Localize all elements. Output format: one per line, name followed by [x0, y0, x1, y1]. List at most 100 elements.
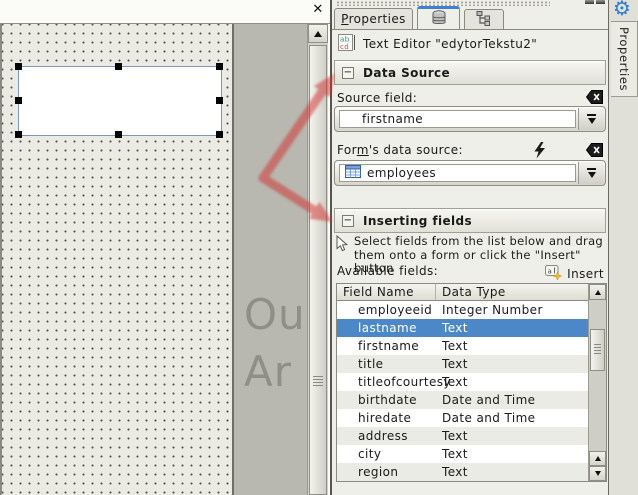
table-row[interactable]: city Text — [337, 445, 589, 463]
form-data-source-label: Form's data source: — [337, 143, 463, 157]
source-field-value[interactable]: firstname — [339, 110, 576, 128]
table-row[interactable]: hiredate Date and Time — [337, 409, 589, 427]
svg-text:cd: cd — [340, 43, 349, 51]
table-row[interactable]: birthdate Date and Time — [337, 391, 589, 409]
table-row[interactable]: employeeid Integer Number — [337, 301, 589, 319]
data-type-cell: Text — [436, 427, 589, 445]
section-title: Data Source — [363, 66, 450, 80]
resize-handle-se[interactable] — [216, 131, 223, 138]
field-name-cell: city — [337, 445, 436, 463]
form-designer-pane: ✕ Ou Ar — [0, 0, 330, 495]
scroll-grip — [594, 344, 601, 354]
selected-widget-header: ab cd Text Editor "edytorTekstu2" — [332, 31, 608, 57]
close-icon[interactable]: ✕ — [310, 2, 326, 18]
scroll-up-button-bottom[interactable] — [589, 451, 606, 466]
designer-titlebar: ✕ — [0, 0, 330, 24]
selected-text-editor-widget[interactable] — [18, 66, 222, 136]
scroll-thumb[interactable] — [309, 45, 327, 495]
data-type-cell: Text — [436, 319, 589, 337]
tab-data-source[interactable] — [417, 6, 460, 29]
text-editor-icon: ab cd — [338, 34, 356, 54]
chevron-down-icon — [588, 172, 596, 178]
data-type-cell: Text — [436, 373, 589, 391]
sidebar-tab-properties[interactable]: Properties — [611, 21, 638, 97]
database-icon — [431, 10, 447, 29]
available-fields-row: Available fields: a Insert — [337, 264, 604, 280]
app-screen: ✕ Ou Ar — [0, 0, 638, 495]
table-row[interactable]: address Text — [337, 427, 589, 445]
field-name-cell: lastname — [337, 319, 436, 337]
scroll-thumb[interactable] — [590, 329, 605, 371]
widget-tree-icon — [476, 11, 492, 29]
collapse-icon[interactable]: − — [342, 215, 354, 227]
data-type-cell: Date and Time — [436, 391, 589, 409]
inserting-fields-section-header[interactable]: − Inserting fields — [334, 208, 606, 233]
field-name-cell: employeeid — [337, 301, 436, 319]
table-row-selected[interactable]: lastname Text — [337, 319, 589, 337]
svg-text:a: a — [548, 268, 553, 276]
field-name-cell: region — [337, 463, 436, 481]
tab-properties-label: Properties — [341, 12, 406, 26]
properties-panel: Properties — [330, 0, 608, 495]
table-body: employeeid Integer Number lastname Text … — [337, 301, 589, 481]
data-type-cell: Text — [436, 355, 589, 373]
data-type-cell: Text — [436, 463, 589, 481]
field-name-cell: firstname — [337, 337, 436, 355]
insert-button[interactable]: a Insert — [545, 264, 604, 283]
data-type-cell: Integer Number — [436, 301, 589, 319]
available-fields-label: Available fields: — [337, 264, 438, 278]
source-field-combobox[interactable]: firstname — [334, 106, 606, 132]
scroll-up-button[interactable] — [308, 24, 328, 43]
background-text: Ou Ar — [244, 286, 306, 400]
dropdown-button[interactable] — [578, 162, 604, 184]
field-name-cell: title — [337, 355, 436, 373]
sidebar-tab-label: Properties — [617, 27, 631, 91]
resize-handle-e[interactable] — [216, 97, 223, 104]
resize-handle-ne[interactable] — [216, 63, 223, 70]
insert-button-label: Insert — [567, 267, 604, 281]
design-vertical-scrollbar[interactable] — [307, 24, 328, 495]
data-type-cell: Text — [436, 337, 589, 355]
gear-icon: ⚙ — [613, 0, 631, 20]
table-row[interactable]: title Text — [337, 355, 589, 373]
data-source-section-header[interactable]: − Data Source — [334, 60, 606, 85]
data-type-cell: Text — [436, 445, 589, 463]
field-name-cell: hiredate — [337, 409, 436, 427]
scroll-up-button[interactable] — [589, 284, 606, 300]
column-header-data-type[interactable]: Data Type — [436, 284, 589, 301]
source-field-label: Source field: — [337, 91, 417, 105]
dock-float-button[interactable] — [585, 0, 594, 4]
designer-content: Ou Ar — [0, 24, 330, 495]
fields-list-scrollbar[interactable] — [588, 284, 606, 481]
chevron-down-icon — [588, 118, 596, 124]
table-row[interactable]: firstname Text — [337, 337, 589, 355]
section-title: Inserting fields — [363, 214, 472, 228]
field-name-cell: address — [337, 427, 436, 445]
column-header-field-name[interactable]: Field Name — [337, 284, 436, 301]
dropdown-button[interactable] — [578, 108, 604, 130]
tab-properties[interactable]: Properties — [334, 8, 413, 29]
panel-tabbar: Properties — [332, 6, 608, 30]
resize-handle-n[interactable] — [115, 63, 122, 70]
resize-handle-nw[interactable] — [15, 63, 22, 70]
outside-form-area: Ou Ar — [232, 24, 309, 495]
resize-handle-w[interactable] — [15, 97, 22, 104]
clear-source-field-icon[interactable] — [586, 90, 603, 107]
data-type-cell: Date and Time — [436, 409, 589, 427]
insert-field-icon: a — [545, 264, 563, 283]
collapse-icon[interactable]: − — [342, 67, 354, 79]
form-data-source-combobox[interactable]: employees — [334, 160, 606, 186]
clear-form-data-source-icon[interactable] — [586, 143, 603, 160]
go-to-data-source-icon[interactable] — [533, 142, 546, 162]
resize-handle-s[interactable] — [115, 131, 122, 138]
form-data-source-value[interactable]: employees — [339, 164, 576, 182]
scroll-down-button[interactable] — [589, 466, 606, 481]
form-canvas[interactable] — [0, 24, 234, 495]
table-row[interactable]: region Text — [337, 463, 589, 481]
table-header: Field Name Data Type — [337, 284, 589, 301]
field-name-cell: birthdate — [337, 391, 436, 409]
table-row[interactable]: titleofcourtesy Text — [337, 373, 589, 391]
resize-handle-sw[interactable] — [15, 131, 22, 138]
dock-close-button[interactable] — [596, 0, 605, 4]
tab-widget-tree[interactable] — [464, 9, 504, 29]
